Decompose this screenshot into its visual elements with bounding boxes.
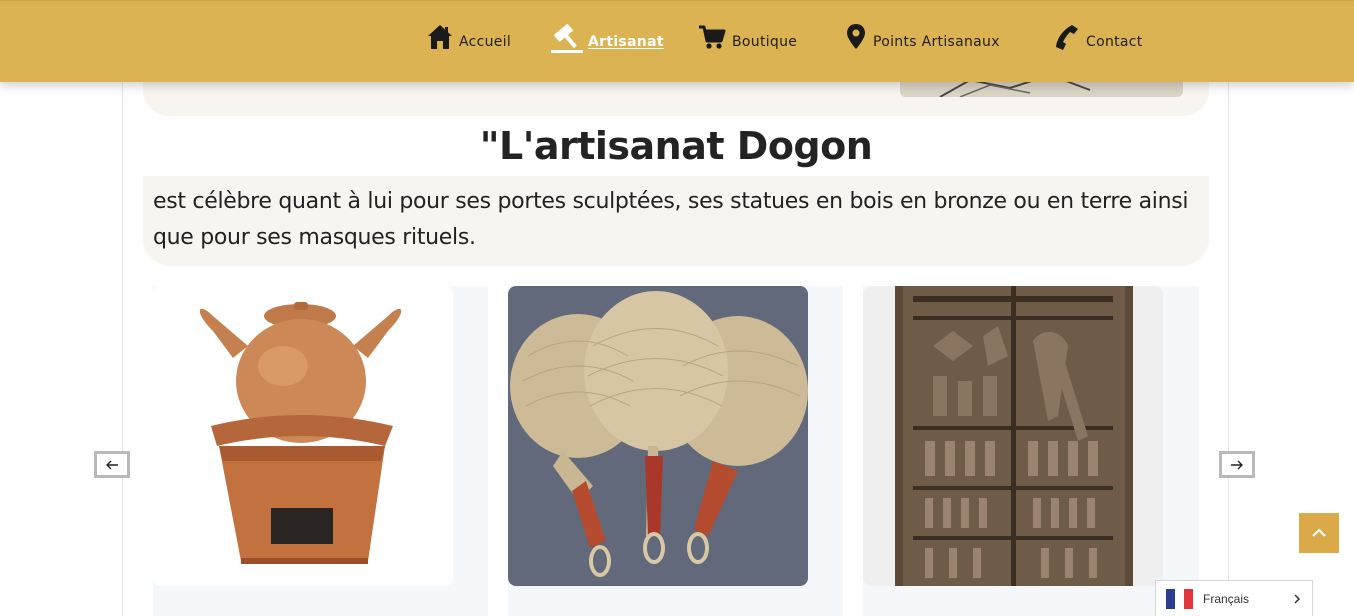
carousel-prev-button[interactable]: [94, 451, 130, 478]
language-switcher[interactable]: Français: [1155, 580, 1313, 616]
arrow-left-icon: [106, 460, 118, 469]
back-to-top-button[interactable]: [1299, 513, 1339, 553]
phone-icon: [1056, 25, 1078, 50]
description-card: est célèbre quant à lui pour ses portes …: [143, 176, 1209, 266]
section-description: est célèbre quant à lui pour ses portes …: [153, 189, 1189, 250]
slide-image-terracotta-pot[interactable]: [153, 286, 453, 586]
nav-label-boutique: Boutique: [732, 34, 798, 50]
map-pin-icon: [847, 24, 865, 49]
hammer-icon: [554, 23, 577, 49]
nav-label-contact: Contact: [1086, 34, 1143, 50]
nav-item-artisanat[interactable]: Artisanat: [552, 17, 664, 51]
slide-image-carved-door[interactable]: [863, 286, 1163, 586]
nav-item-contact[interactable]: Contact: [1052, 17, 1143, 51]
carousel-next-button[interactable]: [1219, 451, 1255, 478]
france-flag-icon: [1166, 588, 1193, 609]
nav-label-accueil: Accueil: [459, 34, 512, 50]
cart-icon: [699, 25, 726, 49]
nav-active-indicator: [551, 50, 583, 53]
nav-label-points-artisanaux: Points Artisanaux: [873, 34, 1000, 50]
chevron-right-icon: [1294, 593, 1301, 604]
home-icon: [428, 25, 452, 49]
nav-item-boutique[interactable]: Boutique: [698, 17, 797, 51]
nav-item-accueil[interactable]: Accueil: [427, 17, 511, 51]
nav-item-points-artisanaux[interactable]: Points Artisanaux: [845, 17, 1000, 51]
slide-image-woven-fans[interactable]: [508, 286, 808, 586]
section-title: "L'artisanat Dogon: [479, 124, 873, 168]
language-label: Français: [1203, 591, 1250, 606]
main-header: Accueil Artisanat Boutique Points Artisa…: [0, 0, 1354, 82]
nav-label-artisanat: Artisanat: [588, 34, 664, 50]
chevron-up-icon: [1312, 528, 1326, 537]
arrow-right-icon: [1231, 460, 1243, 469]
